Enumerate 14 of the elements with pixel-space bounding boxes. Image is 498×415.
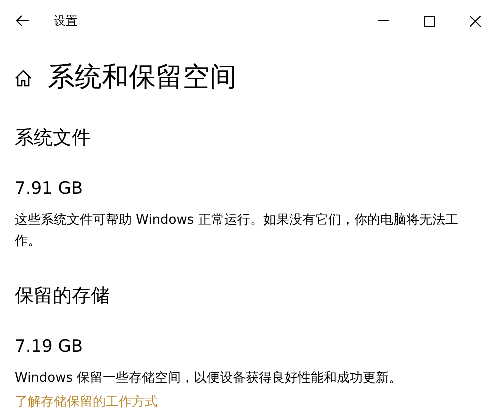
maximize-icon	[424, 16, 434, 26]
page-title: 系统和保留空间	[48, 62, 237, 94]
section-heading: 系统文件	[15, 126, 92, 152]
close-icon	[470, 16, 480, 26]
description-text: 这些系统文件可帮助 Windows 正常运行。如果没有它们，你的电脑将无法工作。	[15, 212, 460, 252]
storage-size: 7.19 GB	[15, 336, 84, 359]
storage-size: 7.91 GB	[15, 178, 84, 201]
minimize-icon	[378, 20, 388, 22]
learn-more-link[interactable]: 了解存储保留的工作方式	[15, 393, 158, 413]
back-arrow-icon	[16, 15, 30, 27]
window-title: 设置	[54, 13, 78, 30]
home-icon[interactable]	[15, 70, 32, 87]
description-text: Windows 保留一些存储空间，以便设备获得良好性能和成功更新。	[15, 370, 404, 388]
section-heading: 保留的存储	[15, 284, 111, 310]
